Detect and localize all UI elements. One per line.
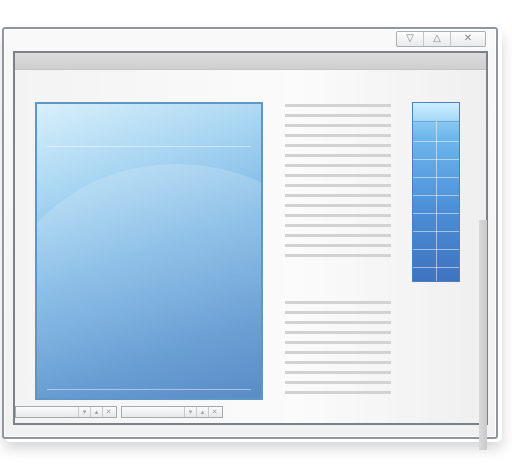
- text-line: [285, 361, 391, 364]
- grid-row-line: [413, 159, 459, 160]
- text-line: [285, 321, 391, 324]
- text-line: [285, 381, 391, 384]
- close-icon[interactable]: ✕: [102, 407, 114, 417]
- grid-row-line: [413, 141, 459, 142]
- text-line: [285, 144, 391, 147]
- text-line: [285, 244, 391, 247]
- text-line: [285, 104, 391, 107]
- pane-bottom-rule: [47, 389, 251, 390]
- text-line: [285, 164, 391, 167]
- text-line: [285, 224, 391, 227]
- pane-top-rule: [47, 146, 251, 147]
- text-line: [285, 174, 391, 177]
- grid-row-line: [413, 231, 459, 232]
- scrollbar[interactable]: [479, 220, 487, 450]
- grid-row-line: [413, 267, 459, 268]
- text-line: [285, 204, 391, 207]
- pane-glare: [37, 164, 261, 398]
- grid-row-line: [413, 249, 459, 250]
- text-line: [285, 234, 391, 237]
- minimized-windows-bar: ▾ ▴ ✕ ▾ ▴ ✕: [15, 406, 223, 418]
- grid-widget[interactable]: [412, 102, 460, 282]
- text-line: [285, 254, 391, 257]
- text-line: [285, 214, 391, 217]
- minimize-icon[interactable]: ▾: [78, 407, 90, 417]
- text-line: [285, 134, 391, 137]
- text-block-lower: [285, 301, 391, 401]
- text-line: [285, 331, 391, 334]
- close-icon[interactable]: ✕: [450, 32, 485, 46]
- grid-row-line: [413, 213, 459, 214]
- caption-buttons: ▽ △ ✕: [396, 31, 486, 47]
- minimize-icon[interactable]: ▽: [397, 32, 423, 46]
- grid-row-line: [413, 195, 459, 196]
- text-line: [285, 391, 391, 394]
- minimize-icon[interactable]: ▾: [184, 407, 196, 417]
- grid-divider: [436, 121, 437, 281]
- minimized-window[interactable]: ▾ ▴ ✕: [15, 406, 117, 418]
- text-line: [285, 371, 391, 374]
- text-block-upper: [285, 104, 391, 264]
- grid-row-line: [413, 177, 459, 178]
- close-icon[interactable]: ✕: [208, 407, 220, 417]
- minimized-window[interactable]: ▾ ▴ ✕: [121, 406, 223, 418]
- document-preview-pane[interactable]: [35, 102, 263, 400]
- text-line: [285, 154, 391, 157]
- maximize-icon[interactable]: △: [423, 32, 450, 46]
- client-area: [13, 51, 488, 450]
- maximize-icon[interactable]: ▴: [196, 407, 208, 417]
- text-line: [285, 351, 391, 354]
- grid-header: [413, 103, 459, 122]
- toolbar: [15, 53, 486, 70]
- text-line: [285, 301, 391, 304]
- text-line: [285, 184, 391, 187]
- text-line: [285, 124, 391, 127]
- text-line: [285, 341, 391, 344]
- text-line: [285, 194, 391, 197]
- maximize-icon[interactable]: ▴: [90, 407, 102, 417]
- text-line: [285, 311, 391, 314]
- text-line: [285, 114, 391, 117]
- app-window: ▽ △ ✕: [2, 27, 498, 450]
